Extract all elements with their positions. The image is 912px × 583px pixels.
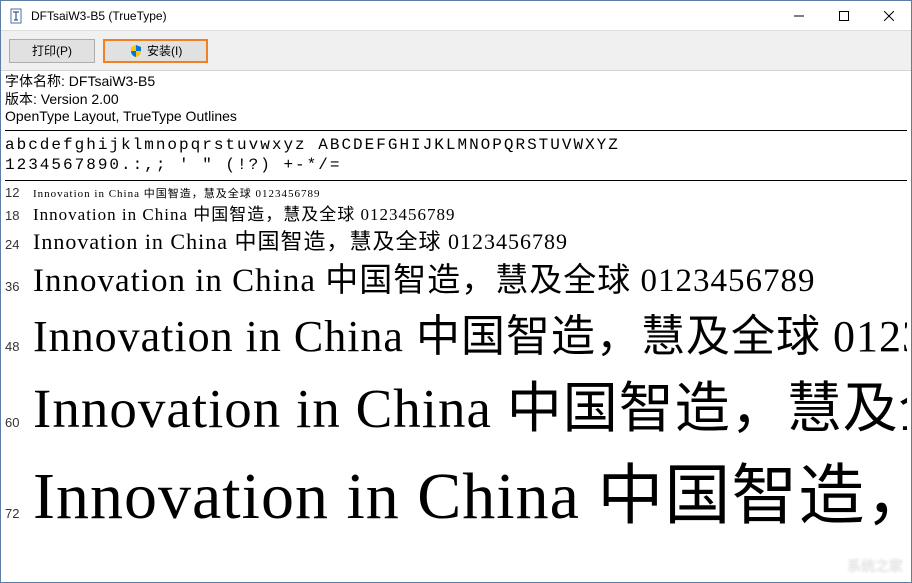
- charset-preview: abcdefghijklmnopqrstuvwxyz ABCDEFGHIJKLM…: [5, 133, 907, 179]
- preview-content: 字体名称: DFTsaiW3-B5 版本: Version 2.00 OpenT…: [1, 71, 911, 545]
- charset-line-1: abcdefghijklmnopqrstuvwxyz ABCDEFGHIJKLM…: [5, 135, 907, 156]
- divider: [5, 130, 907, 131]
- watermark: 系统之家: [847, 556, 903, 576]
- font-file-icon: [9, 8, 25, 24]
- size-label: 12: [5, 185, 33, 200]
- sample-text: Innovation in China 中国智造，慧及全球 0123456789: [33, 369, 907, 449]
- sample-text: Innovation in China 中国智造，慧及全球 0123456789: [33, 227, 568, 257]
- print-button[interactable]: 打印(P): [9, 39, 95, 63]
- close-button[interactable]: [866, 1, 911, 30]
- sample-row-72: 72Innovation in China 中国智造，慧及全球 01234567…: [5, 449, 907, 545]
- print-button-label: 打印(P): [32, 42, 72, 59]
- size-label: 72: [5, 506, 33, 521]
- install-button[interactable]: 安装(I): [103, 39, 208, 63]
- sample-row-12: 12Innovation in China 中国智造，慧及全球 01234567…: [5, 185, 907, 203]
- charset-line-2: 1234567890.:,; ' " (!?) +-*/=: [5, 155, 907, 176]
- titlebar: DFTsaiW3-B5 (TrueType): [1, 1, 911, 31]
- size-label: 36: [5, 279, 33, 294]
- size-label: 18: [5, 208, 33, 223]
- window-title: DFTsaiW3-B5 (TrueType): [31, 9, 776, 23]
- uac-shield-icon: [129, 44, 143, 58]
- install-button-label: 安装(I): [147, 42, 182, 59]
- sample-text: Innovation in China 中国智造，慧及全球 0123456789: [33, 305, 907, 369]
- sample-row-24: 24Innovation in China 中国智造，慧及全球 01234567…: [5, 227, 907, 257]
- window-controls: [776, 1, 911, 30]
- size-label: 60: [5, 415, 33, 430]
- font-layout-line: OpenType Layout, TrueType Outlines: [5, 108, 907, 126]
- sample-row-60: 60Innovation in China 中国智造，慧及全球 01234567…: [5, 369, 907, 449]
- size-label: 48: [5, 339, 33, 354]
- font-metadata: 字体名称: DFTsaiW3-B5 版本: Version 2.00 OpenT…: [5, 73, 907, 128]
- font-name-line: 字体名称: DFTsaiW3-B5: [5, 73, 907, 91]
- size-label: 24: [5, 237, 33, 252]
- divider: [5, 180, 907, 181]
- sample-text: Innovation in China 中国智造，慧及全球 0123456789: [33, 449, 907, 545]
- sample-sizes: 12Innovation in China 中国智造，慧及全球 01234567…: [5, 183, 907, 545]
- sample-text: Innovation in China 中国智造，慧及全球 0123456789: [33, 203, 455, 227]
- sample-row-18: 18Innovation in China 中国智造，慧及全球 01234567…: [5, 203, 907, 227]
- sample-text: Innovation in China 中国智造，慧及全球 0123456789: [33, 257, 815, 305]
- sample-row-48: 48Innovation in China 中国智造，慧及全球 01234567…: [5, 305, 907, 369]
- minimize-button[interactable]: [776, 1, 821, 30]
- font-version-line: 版本: Version 2.00: [5, 91, 907, 109]
- toolbar: 打印(P) 安装(I): [1, 31, 911, 71]
- sample-row-36: 36Innovation in China 中国智造，慧及全球 01234567…: [5, 257, 907, 305]
- maximize-button[interactable]: [821, 1, 866, 30]
- sample-text: Innovation in China 中国智造，慧及全球 0123456789: [33, 185, 321, 203]
